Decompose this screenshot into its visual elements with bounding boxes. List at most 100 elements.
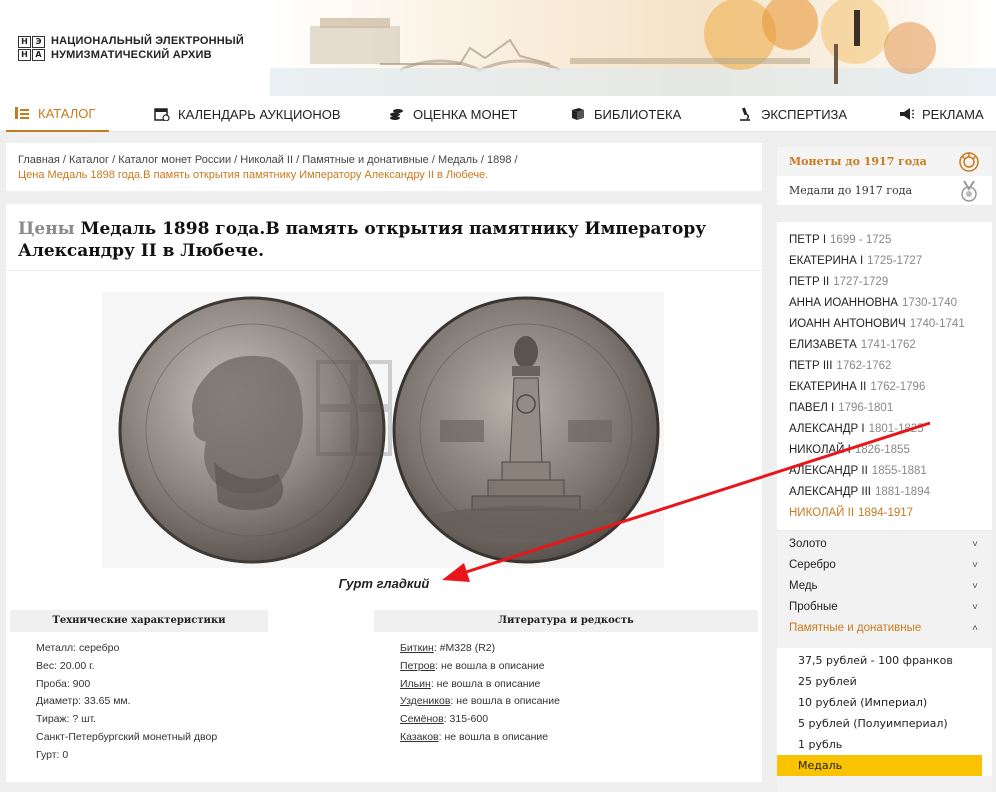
sidebar-ruler-item[interactable]: ИОАНН АНТОНОВИЧ 1740-1741 [777, 314, 992, 335]
medal-reverse [392, 296, 660, 564]
ruler-name: ЕКАТЕРИНА I [789, 255, 864, 267]
sidebar-ruler-item[interactable]: ЕКАТЕРИНА II 1762-1796 [777, 377, 992, 398]
breadcrumb-link[interactable]: Памятные и донативные [302, 154, 429, 166]
page-title-text: Медаль 1898 года.В память открытия памят… [18, 219, 707, 261]
medal-badge-icon [961, 180, 977, 202]
literature-source-link[interactable]: Казаков [400, 731, 439, 743]
breadcrumb-link[interactable]: 1898 [487, 154, 511, 166]
sidebar-ruler-item[interactable]: АННА ИОАННОВНА 1730-1740 [777, 293, 992, 314]
catalog-icon [15, 107, 29, 119]
ruler-name: АЛЕКСАНДР III [789, 486, 871, 498]
logo-line-2: нумизматический архив [51, 49, 212, 61]
spec-metal: Металл: серебро [36, 642, 120, 654]
literature-row: Петров: не вошла в описание [400, 659, 545, 672]
literature-source-link[interactable]: Уздеников [400, 695, 450, 707]
chevron-down-icon: ˅ [972, 539, 978, 550]
breadcrumb-link[interactable]: Каталог монет России [118, 154, 231, 166]
breadcrumb-link[interactable]: Каталог [69, 154, 109, 166]
calendar-icon [154, 108, 170, 121]
header-banner-illustration [270, 0, 996, 96]
sidebar-metal-item[interactable]: Пробные ˅ [777, 597, 992, 618]
metal-label: Золото [789, 538, 827, 550]
sidebar-ruler-item[interactable]: АЛЕКСАНДР II 1855-1881 [777, 461, 992, 482]
sidebar-ruler-item[interactable]: ПЕТР I 1699 - 1725 [777, 230, 992, 251]
sidebar-ruler-item[interactable]: АЛЕКСАНДР III 1881-1894 [777, 482, 992, 503]
ruler-years: 1894-1917 [858, 507, 914, 519]
literature-source-link[interactable]: Петров [400, 660, 435, 672]
sidebar-subcategory-item[interactable]: 10 рублей (Империал) [777, 692, 992, 713]
ruler-name: ЕКАТЕРИНА II [789, 381, 867, 393]
sidebar-ruler-item[interactable]: ЕЛИЗАВЕТА 1741-1762 [777, 335, 992, 356]
ruler-years: 1730-1740 [901, 297, 957, 309]
breadcrumb-current: Цена Медаль 1898 года.В память открытия … [18, 169, 489, 181]
sidebar-metal-item[interactable]: Памятные и донативные ˄ [777, 618, 992, 639]
sidebar-metal-item[interactable]: Серебро ˅ [777, 555, 992, 576]
nav-coin-valuation[interactable]: ОЦЕНКА МОНЕТ [389, 96, 518, 132]
breadcrumb-link[interactable]: Медаль [438, 154, 478, 166]
sidebar-category-medals[interactable]: Медали до 1917 года [777, 176, 992, 205]
sidebar-ruler-item[interactable]: ПЕТР III 1762-1762 [777, 356, 992, 377]
book-icon [572, 108, 584, 120]
sidebar-ruler-item[interactable]: ПАВЕЛ I 1796-1801 [777, 398, 992, 419]
chevron-up-icon: ˄ [972, 623, 978, 634]
ruler-years: 1725-1727 [867, 255, 923, 267]
ruler-years: 1801-1825 [868, 423, 924, 435]
sidebar-ruler-item[interactable]: ПЕТР II 1727-1729 [777, 272, 992, 293]
ruler-name: НИКОЛАЙ I [789, 444, 851, 456]
breadcrumb-link[interactable]: Николай II [240, 154, 293, 166]
sidebar-ruler-item[interactable]: НИКОЛАЙ I 1826-1855 [777, 440, 992, 461]
sidebar-metal-item[interactable]: Медь ˅ [777, 576, 992, 597]
literature-row: Казаков: не вошла в описание [400, 730, 549, 743]
sidebar-subcategory-item[interactable]: 37,5 рублей - 100 франков [777, 650, 992, 671]
sidebar-categories: Монеты до 1917 года Медали до 1917 года [777, 147, 992, 205]
literature-header: Литература и редкость [374, 610, 758, 632]
ruler-name: НИКОЛАЙ II [789, 507, 855, 519]
literature-source-link[interactable]: Ильин [400, 678, 431, 690]
logo-mark-icon: Н Э Н А [18, 35, 45, 61]
sidebar-metals: Золото ˅ Серебро ˅ Медь ˅ Пробные ˅ Памятные и д… [777, 532, 992, 792]
sidebar-metal-item[interactable]: Золото ˅ [777, 534, 992, 555]
chevron-down-icon: ˅ [972, 560, 978, 571]
edge-description: Гурт гладкий [338, 576, 430, 591]
page-title-prefix: Цены [18, 219, 75, 239]
page-title: Цены Медаль 1898 года.В память открытия … [18, 218, 748, 262]
ruler-name: ПЕТР III [789, 360, 833, 372]
sidebar-ruler-item[interactable]: АЛЕКСАНДР I 1801-1825 [777, 419, 992, 440]
breadcrumb: Главная / Каталог / Каталог монет России… [6, 143, 762, 191]
metal-label: Серебро [789, 559, 836, 571]
nav-advertising[interactable]: РЕКЛАМА [898, 96, 984, 132]
literature-source-link[interactable]: Биткин [400, 642, 434, 654]
divider [6, 270, 762, 271]
sidebar-subcategory-item[interactable]: 5 рублей (Полуимпериал) [777, 713, 992, 734]
nav-library[interactable]: БИБЛИОТЕКА [570, 96, 681, 132]
sidebar-ruler-item[interactable]: НИКОЛАЙ II 1894-1917 [777, 503, 992, 524]
ruler-years: 1699 - 1725 [830, 234, 892, 246]
medal-photo[interactable] [102, 292, 664, 568]
literature-list: Биткин: #M328 (R2) Петров: не вошла в оп… [400, 640, 560, 747]
sidebar-rulers: ПЕТР I 1699 - 1725 ЕКАТЕРИНА I 1725-1727 ПЕТ… [777, 222, 992, 530]
ruler-years: 1740-1741 [909, 318, 965, 330]
sidebar-subcategory-item[interactable]: Медаль [777, 755, 982, 776]
sidebar-subcategory-item[interactable]: 1 рубль [777, 734, 992, 755]
literature-row: Биткин: #M328 (R2) [400, 642, 496, 654]
ruler-years: 1881-1894 [874, 486, 930, 498]
literature-row: Ильин: не вошла в описание [400, 677, 541, 690]
nav-catalog[interactable]: КАТАЛОГ [6, 96, 110, 132]
literature-source-link[interactable]: Семёнов [400, 713, 444, 725]
sidebar-category-coins[interactable]: Монеты до 1917 года [777, 147, 992, 176]
ruler-years: 1762-1762 [836, 360, 892, 372]
tech-specs-header: Технические характеристики [10, 610, 268, 632]
metal-label: Памятные и донативные [789, 622, 922, 634]
spec-edge: Гурт: 0 [36, 748, 69, 761]
ruler-name: ПАВЕЛ I [789, 402, 835, 414]
ruler-years: 1796-1801 [838, 402, 894, 414]
site-logo[interactable]: Н Э Н А Национальный электронный нумизма… [18, 34, 244, 62]
nav-expertise[interactable]: ЭКСПЕРТИЗА [737, 96, 847, 132]
sidebar-ruler-item[interactable]: ЕКАТЕРИНА I 1725-1727 [777, 251, 992, 272]
ruler-years: 1826-1855 [854, 444, 910, 456]
breadcrumb-link[interactable]: Главная [18, 154, 60, 166]
spec-fineness: Проба: 900 [36, 677, 91, 690]
sidebar-subcategory-item[interactable]: 25 рублей [777, 671, 992, 692]
nav-auction-calendar[interactable]: КАЛЕНДАРЬ АУКЦИОНОВ [154, 96, 341, 132]
chevron-down-icon: ˅ [972, 581, 978, 592]
